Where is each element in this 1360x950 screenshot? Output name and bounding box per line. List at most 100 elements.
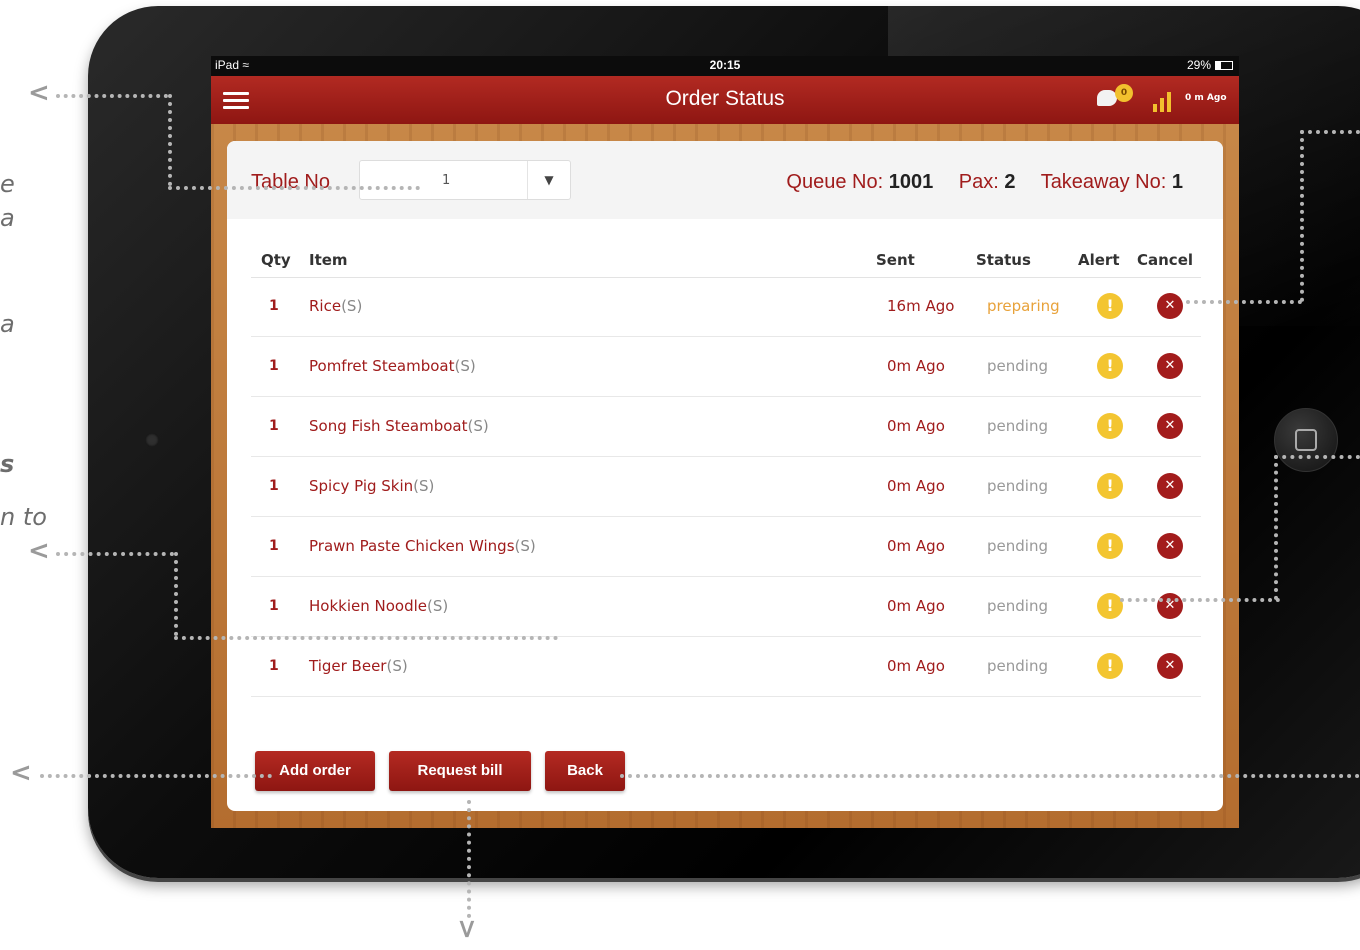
table-row: 1 Song Fish Steamboat(S) 0m Ago pending … [251,397,1201,457]
item-sent: 16m Ago [887,297,955,315]
order-header: Table No 1 ▼ Queue No: 1001 Pax: 2 Takea… [227,141,1223,219]
item-status: preparing [987,297,1060,315]
chat-icon[interactable] [1097,90,1117,106]
col-status: Status [976,251,1031,269]
item-qty: 1 [269,658,279,674]
annotation-line [56,552,174,556]
annotation-line [1274,455,1360,459]
annotation-arrow-icon: < [28,536,50,566]
item-sent: 0m Ago [887,537,945,555]
back-button[interactable]: Back [545,751,625,791]
order-panel: Table No 1 ▼ Queue No: 1001 Pax: 2 Takea… [227,141,1223,811]
annotation-line [1300,130,1304,302]
alert-icon[interactable]: ! [1097,653,1123,679]
annotation-arrow-icon: < [28,78,50,108]
cancel-icon[interactable]: ✕ [1157,533,1183,559]
cancel-icon[interactable]: ✕ [1157,473,1183,499]
table-row: 1 Prawn Paste Chicken Wings(S) 0m Ago pe… [251,517,1201,577]
order-list: 1 Rice(S) 16m Ago preparing ! ✕ 1 Pomfre… [251,277,1201,697]
annotation-line [620,774,1360,778]
item-size: (S) [514,537,536,555]
col-item: Item [309,251,348,269]
camera-icon [145,433,159,447]
item-status: pending [987,477,1048,495]
item-name: Rice(S) [309,297,362,315]
item-qty: 1 [269,598,279,614]
item-sent: 0m Ago [887,657,945,675]
annotation-fragment: a [0,204,15,232]
item-name: Song Fish Steamboat(S) [309,417,489,435]
item-sent: 0m Ago [887,477,945,495]
home-button[interactable] [1274,408,1338,472]
item-size: (S) [454,357,476,375]
battery-percent: 29% [1186,58,1211,72]
cancel-icon[interactable]: ✕ [1157,413,1183,439]
item-name-text: Tiger Beer [309,657,387,675]
annotation-line [168,186,420,190]
item-name-text: Song Fish Steamboat [309,417,468,435]
table-no-label: Table No [251,171,330,193]
item-name-text: Pomfret Steamboat [309,357,455,375]
item-sent: 0m Ago [887,357,945,375]
item-status: pending [987,417,1048,435]
table-row: 1 Hokkien Noodle(S) 0m Ago pending ! ✕ [251,577,1201,637]
item-qty: 1 [269,478,279,494]
request-bill-button[interactable]: Request bill [389,751,531,791]
cancel-icon[interactable]: ✕ [1157,593,1183,619]
item-size: (S) [341,297,363,315]
item-name: Spicy Pig Skin(S) [309,477,434,495]
alert-icon[interactable]: ! [1097,293,1123,319]
queue-value: 1001 [888,171,934,193]
alert-icon[interactable]: ! [1097,533,1123,559]
queue-info: Queue No: 1001 Pax: 2 Takeaway No: 1 [786,171,1183,194]
table-row: 1 Pomfret Steamboat(S) 0m Ago pending ! … [251,337,1201,397]
table-row: 1 Spicy Pig Skin(S) 0m Ago pending ! ✕ [251,457,1201,517]
annotation-line [1186,300,1302,304]
item-name-text: Spicy Pig Skin [309,477,414,495]
alert-icon[interactable]: ! [1097,353,1123,379]
table-select[interactable]: 1 ▼ [359,160,571,200]
alert-icon[interactable]: ! [1097,413,1123,439]
item-name: Hokkien Noodle(S) [309,597,448,615]
item-status: pending [987,537,1048,555]
add-order-button[interactable]: Add order [255,751,375,791]
item-status: pending [987,357,1048,375]
item-qty: 1 [269,538,279,554]
item-name-text: Prawn Paste Chicken Wings [309,537,515,555]
cancel-icon[interactable]: ✕ [1157,353,1183,379]
home-square-icon [1295,429,1317,451]
col-qty: Qty [261,251,291,269]
pax-value: 2 [1004,171,1016,193]
last-update-label: 0 m Ago [1185,93,1227,103]
col-alert: Alert [1078,251,1120,269]
status-bar: iPad ≈ 20:15 29% [211,56,1239,76]
item-sent: 0m Ago [887,417,945,435]
annotation-line [1120,598,1280,602]
item-qty: 1 [269,298,279,314]
takeaway-label: Takeaway No: [1040,171,1167,193]
item-name: Pomfret Steamboat(S) [309,357,476,375]
annotation-line [174,552,178,636]
battery-status: 29% [1187,58,1233,72]
pax-label: Pax: [958,171,999,193]
alert-icon[interactable]: ! [1097,473,1123,499]
col-sent: Sent [876,251,915,269]
item-size: (S) [467,417,489,435]
annotation-line [40,774,272,778]
item-name: Tiger Beer(S) [309,657,408,675]
clock: 20:15 [709,58,741,72]
table-row: 1 Rice(S) 16m Ago preparing ! ✕ [251,277,1201,337]
annotation-line [1274,455,1278,600]
annotation-line [174,636,558,640]
annotation-line [467,800,471,918]
alert-icon[interactable]: ! [1097,593,1123,619]
table-select-value: 1 [442,173,451,188]
action-buttons: Add order Request bill Back [255,751,625,791]
dropdown-arrow-icon[interactable]: ▼ [527,161,570,199]
cancel-icon[interactable]: ✕ [1157,653,1183,679]
item-size: (S) [427,597,449,615]
annotation-arrow-icon: < [10,758,32,788]
annotation-line [1300,130,1360,134]
cancel-icon[interactable]: ✕ [1157,293,1183,319]
annotation-fragment: n to [0,503,47,531]
